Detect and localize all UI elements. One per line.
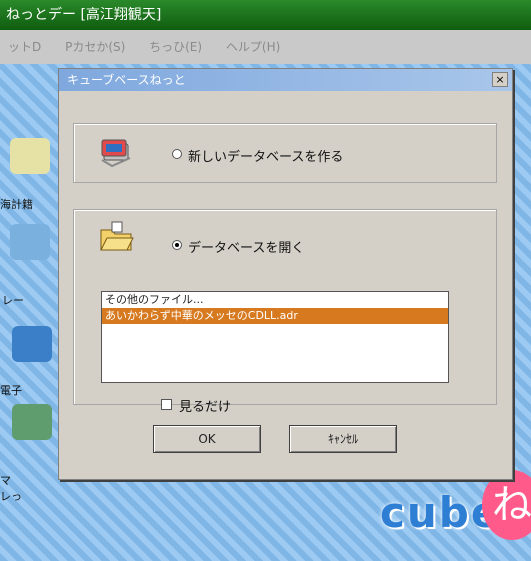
new-database-radio[interactable] bbox=[172, 149, 182, 159]
readonly-label[interactable]: 見るだけ bbox=[179, 396, 231, 415]
database-file-list[interactable]: その他のファイル... あいかわらず中華のメッセのCDLL.adr bbox=[101, 291, 449, 383]
list-item-other-files[interactable]: その他のファイル... bbox=[102, 292, 448, 308]
close-icon[interactable]: × bbox=[492, 72, 508, 87]
plant-icon[interactable] bbox=[10, 224, 50, 260]
ok-button[interactable]: OK bbox=[153, 425, 261, 453]
app-title: ねっとデー [高江翔観天] bbox=[6, 7, 162, 23]
calculator-icon[interactable] bbox=[10, 138, 50, 174]
cancel-button[interactable]: ｷｬﾝｾﾙ bbox=[289, 425, 397, 453]
app-menu-bar: ットD Pカセか(S) ちっひ(E) ヘルプ(H) bbox=[0, 30, 531, 64]
new-database-label[interactable]: 新しいデータベースを作る bbox=[188, 146, 343, 165]
app-title-bar: ねっとデー [高江翔観天] bbox=[0, 0, 531, 30]
menu-item-help[interactable]: ヘルプ(H) bbox=[226, 40, 280, 54]
open-database-radio[interactable] bbox=[172, 240, 182, 250]
desktop-label-3: 電子 bbox=[0, 384, 22, 397]
open-folder-icon bbox=[100, 221, 134, 251]
fish-icon[interactable] bbox=[12, 326, 52, 362]
dialog-title-bar[interactable]: キューブベースねっと × bbox=[59, 69, 512, 91]
menu-item-edit[interactable]: ちっひ(E) bbox=[149, 40, 202, 54]
character-icon[interactable] bbox=[12, 404, 52, 440]
menu-item-settings[interactable]: Pカセか(S) bbox=[65, 40, 125, 54]
readonly-checkbox[interactable] bbox=[161, 399, 172, 410]
cube-base-dialog: キューブベースねっと × 新しいデータベースを作る データベースを開く その他の… bbox=[58, 68, 513, 480]
desktop-label-4: マ レっ bbox=[0, 474, 22, 503]
dialog-title: キューブベースねっと bbox=[67, 73, 186, 87]
desktop-label-1: 海計籍 bbox=[0, 198, 33, 211]
list-item-selected-file[interactable]: あいかわらず中華のメッセのCDLL.adr bbox=[102, 308, 448, 324]
menu-item-file[interactable]: ットD bbox=[8, 40, 41, 54]
desktop-label-2: レー bbox=[2, 294, 24, 307]
open-database-label[interactable]: データベースを開く bbox=[188, 237, 304, 256]
new-database-group: 新しいデータベースを作る bbox=[73, 123, 497, 183]
database-card-icon bbox=[101, 139, 131, 168]
